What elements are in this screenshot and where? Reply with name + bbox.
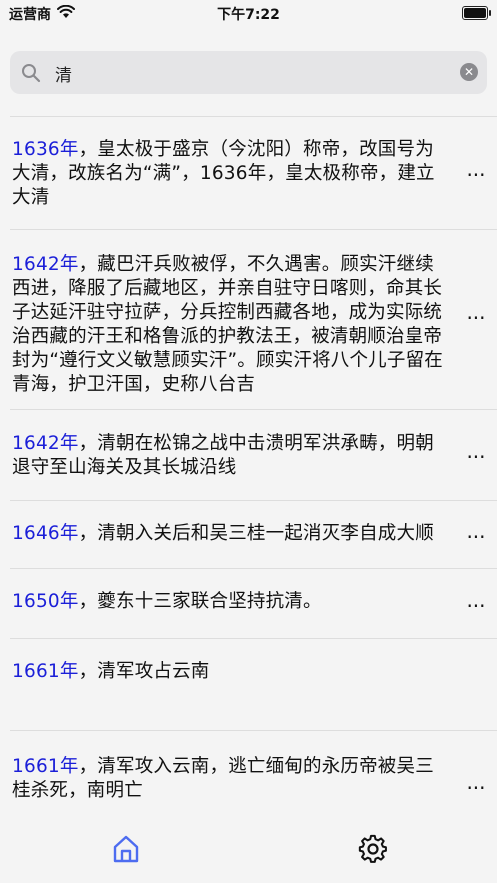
event-description: ，藏巴汗兵败被俘，不久遇害。顾实汗继续西进，降服了后藏地区，并亲自驻守日喀则，命… bbox=[12, 254, 443, 395]
search-input[interactable] bbox=[53, 57, 457, 89]
list-item[interactable]: 1650年，夔东十三家联合坚持抗清。 ··· bbox=[10, 569, 497, 639]
event-year: 1642年 bbox=[12, 433, 79, 454]
more-button[interactable]: ··· bbox=[465, 596, 487, 616]
status-bar: 运营商 下午7:22 bbox=[0, 0, 497, 28]
event-list: 1636年，皇太极于盛京（今沈阳）称帝，改国号为大清，改族名为“满”，1636年… bbox=[0, 117, 497, 821]
event-year: 1642年 bbox=[12, 254, 79, 275]
home-icon[interactable] bbox=[111, 834, 141, 864]
event-text: 1636年，皇太极于盛京（今沈阳）称帝，改国号为大清，改族名为“满”，1636年… bbox=[12, 117, 452, 210]
clear-icon[interactable]: ✕ bbox=[460, 63, 478, 81]
gear-icon[interactable] bbox=[358, 834, 388, 864]
event-text: 1661年，清军攻占云南 bbox=[12, 639, 452, 684]
search-bar[interactable]: ✕ bbox=[10, 51, 487, 94]
more-button[interactable]: ··· bbox=[465, 447, 487, 467]
more-button[interactable]: ··· bbox=[465, 165, 487, 185]
event-description: ，清军攻占云南 bbox=[78, 661, 210, 682]
event-year: 1661年 bbox=[12, 756, 79, 777]
list-item[interactable]: 1646年，清朝入关后和吴三桂一起消灭李自成大顺 ··· bbox=[10, 501, 497, 569]
event-text: 1642年，清朝在松锦之战中击溃明军洪承畴，明朝退守至山海关及其长城沿线 bbox=[12, 410, 452, 480]
event-text: 1646年，清朝入关后和吴三桂一起消灭李自成大顺 bbox=[12, 501, 452, 546]
search-icon bbox=[21, 63, 41, 87]
more-button[interactable]: ··· bbox=[465, 308, 487, 328]
list-item[interactable]: 1642年，藏巴汗兵败被俘，不久遇害。顾实汗继续西进，降服了后藏地区，并亲自驻守… bbox=[10, 230, 497, 410]
list-item[interactable]: 1636年，皇太极于盛京（今沈阳）称帝，改国号为大清，改族名为“满”，1636年… bbox=[10, 117, 497, 230]
status-time: 下午7:22 bbox=[217, 7, 280, 23]
list-item[interactable]: 1661年，清军攻占云南 bbox=[10, 639, 497, 731]
event-year: 1646年 bbox=[12, 523, 79, 544]
event-text: 1642年，藏巴汗兵败被俘，不久遇害。顾实汗继续西进，降服了后藏地区，并亲自驻守… bbox=[12, 230, 452, 397]
more-button[interactable]: ··· bbox=[465, 778, 487, 798]
event-description: ，夔东十三家联合坚持抗清。 bbox=[78, 591, 322, 612]
event-text: 1650年，夔东十三家联合坚持抗清。 bbox=[12, 569, 452, 614]
list-item[interactable]: 1642年，清朝在松锦之战中击溃明军洪承畴，明朝退守至山海关及其长城沿线 ··· bbox=[10, 410, 497, 501]
battery-icon bbox=[462, 6, 491, 20]
event-year: 1636年 bbox=[12, 139, 79, 160]
event-description: ，清朝入关后和吴三桂一起消灭李自成大顺 bbox=[78, 523, 434, 544]
event-year: 1650年 bbox=[12, 591, 79, 612]
more-button[interactable]: ··· bbox=[465, 527, 487, 547]
list-item[interactable]: 1661年，清军攻入云南，逃亡缅甸的永历帝被吴三桂杀死，南明亡 ··· bbox=[10, 731, 497, 821]
tab-bar bbox=[0, 818, 497, 883]
event-year: 1661年 bbox=[12, 661, 79, 682]
event-text: 1661年，清军攻入云南，逃亡缅甸的永历帝被吴三桂杀死，南明亡 bbox=[12, 731, 452, 803]
